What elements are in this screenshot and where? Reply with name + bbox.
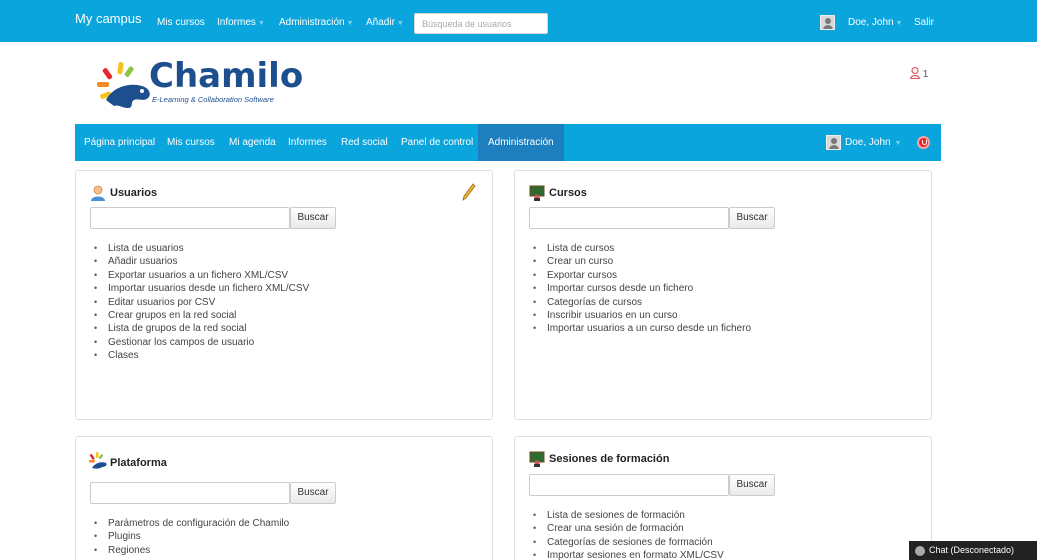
panel-title: Usuarios bbox=[110, 187, 158, 199]
top-admin-bar: My campus Mis cursos Informes ▼ Administr… bbox=[0, 0, 1037, 42]
list-item[interactable]: Importar usuarios a un curso desde un fi… bbox=[533, 322, 751, 336]
sesiones-search-input[interactable] bbox=[529, 474, 729, 496]
user-menu-label: Doe, John bbox=[848, 17, 894, 28]
list-item[interactable]: Crear una sesión de formación bbox=[533, 522, 724, 536]
topnav-administracion[interactable]: Administración ▼ bbox=[279, 17, 354, 28]
list-item[interactable]: Parámetros de configuración de Chamilo bbox=[94, 517, 289, 531]
list-item[interactable]: Importar cursos desde un fichero bbox=[533, 282, 751, 296]
list-item[interactable]: Importar usuarios desde un fichero XML/C… bbox=[94, 282, 309, 296]
chevron-down-icon: ▼ bbox=[894, 140, 902, 147]
chat-status-icon bbox=[915, 546, 925, 556]
list-item[interactable]: Importar sesiones en formato XML/CSV bbox=[533, 549, 724, 560]
power-icon[interactable] bbox=[917, 136, 930, 149]
topnav-anadir[interactable]: Añadir ▼ bbox=[366, 17, 404, 28]
list-item[interactable]: Plugins bbox=[94, 530, 289, 544]
plataforma-search-button[interactable]: Buscar bbox=[290, 482, 336, 504]
plataforma-search-input[interactable] bbox=[90, 482, 290, 504]
usuarios-links: Lista de usuarios Añadir usuarios Export… bbox=[94, 242, 309, 363]
navbar-user-menu[interactable]: Doe, John ▼ bbox=[845, 124, 902, 161]
topnav-anadir-label: Añadir bbox=[366, 17, 395, 28]
list-item[interactable]: Lista de grupos de la red social bbox=[94, 322, 309, 336]
nav-red-social[interactable]: Red social bbox=[341, 124, 388, 161]
chevron-down-icon: ▼ bbox=[257, 20, 265, 27]
user-search-input[interactable] bbox=[414, 13, 548, 34]
list-item[interactable]: Crear grupos en la red social bbox=[94, 309, 309, 323]
panel-sesiones: Sesiones de formación Buscar Lista de se… bbox=[514, 436, 932, 560]
usuarios-search-button[interactable]: Buscar bbox=[290, 207, 336, 229]
plataforma-links: Parámetros de configuración de Chamilo P… bbox=[94, 517, 289, 558]
list-item[interactable]: Categorías de cursos bbox=[533, 296, 751, 310]
cursos-search-input[interactable] bbox=[529, 207, 729, 229]
pencil-icon[interactable] bbox=[462, 183, 476, 201]
user-notification-icon bbox=[910, 66, 920, 80]
list-item[interactable]: Exportar usuarios a un fichero XML/CSV bbox=[94, 269, 309, 283]
topnav-mis-cursos[interactable]: Mis cursos bbox=[157, 17, 205, 28]
list-item[interactable]: Lista de usuarios bbox=[94, 242, 309, 256]
nav-pagina-principal[interactable]: Página principal bbox=[84, 124, 155, 161]
panel-plataforma: Plataforma Buscar Parámetros de configur… bbox=[75, 436, 493, 560]
cursos-search-button[interactable]: Buscar bbox=[729, 207, 775, 229]
panel-title: Sesiones de formación bbox=[549, 453, 670, 465]
sesiones-search-button[interactable]: Buscar bbox=[729, 474, 775, 496]
chevron-down-icon: ▼ bbox=[346, 20, 354, 27]
users-icon bbox=[91, 185, 105, 201]
chamilo-logo[interactable]: Chamilo E-Learning & Collaboration Softw… bbox=[94, 56, 303, 110]
chamilo-platform-icon bbox=[89, 452, 107, 469]
topnav-informes[interactable]: Informes ▼ bbox=[217, 17, 265, 28]
notification-count: 1 bbox=[922, 69, 929, 80]
cursos-links: Lista de cursos Crear un curso Exportar … bbox=[533, 242, 751, 336]
logo-tagline: E-Learning & Collaboration Software bbox=[152, 95, 274, 104]
logout-link[interactable]: Salir bbox=[914, 17, 934, 28]
panel-title: Cursos bbox=[549, 187, 587, 199]
list-item[interactable]: Categorías de sesiones de formación bbox=[533, 536, 724, 550]
sesiones-links: Lista de sesiones de formación Crear una… bbox=[533, 509, 724, 560]
list-item[interactable]: Lista de cursos bbox=[533, 242, 751, 256]
logo-wordmark: Chamilo bbox=[149, 56, 304, 96]
panel-title: Plataforma bbox=[110, 457, 167, 469]
my-campus-link[interactable]: My campus bbox=[75, 11, 141, 26]
list-item[interactable]: Gestionar los campos de usuario bbox=[94, 336, 309, 350]
list-item[interactable]: Exportar cursos bbox=[533, 269, 751, 283]
list-item[interactable]: Clases bbox=[94, 349, 309, 363]
nav-mis-cursos[interactable]: Mis cursos bbox=[167, 124, 215, 161]
user-menu[interactable]: Doe, John ▼ bbox=[848, 17, 903, 28]
chat-label: Chat (Desconectado) bbox=[929, 545, 1015, 555]
nav-mi-agenda[interactable]: Mi agenda bbox=[229, 124, 276, 161]
list-item[interactable]: Regiones bbox=[94, 544, 289, 558]
topnav-informes-label: Informes bbox=[217, 17, 256, 28]
panel-usuarios: Usuarios Buscar Lista de usuarios Añadir… bbox=[75, 170, 493, 420]
list-item[interactable]: Lista de sesiones de formación bbox=[533, 509, 724, 523]
chat-bar[interactable]: Chat (Desconectado) bbox=[909, 541, 1037, 560]
list-item[interactable]: Añadir usuarios bbox=[94, 255, 309, 269]
main-navbar: Página principal Mis cursos Mi agenda In… bbox=[75, 124, 941, 161]
nav-informes[interactable]: Informes bbox=[288, 124, 327, 161]
topnav-administracion-label: Administración bbox=[279, 17, 345, 28]
navbar-user-label: Doe, John bbox=[845, 137, 891, 148]
panel-cursos: Cursos Buscar Lista de cursos Crear un c… bbox=[514, 170, 932, 420]
user-avatar bbox=[820, 15, 835, 30]
usuarios-search-input[interactable] bbox=[90, 207, 290, 229]
chevron-down-icon: ▼ bbox=[895, 20, 903, 27]
nav-administracion[interactable]: Administración bbox=[478, 124, 564, 161]
nav-panel-de-control[interactable]: Panel de control bbox=[401, 124, 473, 161]
navbar-user-avatar bbox=[826, 135, 841, 150]
chamilo-chameleon-icon bbox=[97, 62, 150, 108]
sessions-board-icon bbox=[529, 451, 545, 467]
list-item[interactable]: Inscribir usuarios en un curso bbox=[533, 309, 751, 323]
list-item[interactable]: Crear un curso bbox=[533, 255, 751, 269]
notifications[interactable]: 1 bbox=[910, 66, 929, 80]
chevron-down-icon: ▼ bbox=[396, 20, 404, 27]
course-board-icon bbox=[529, 185, 545, 201]
list-item[interactable]: Editar usuarios por CSV bbox=[94, 296, 309, 310]
